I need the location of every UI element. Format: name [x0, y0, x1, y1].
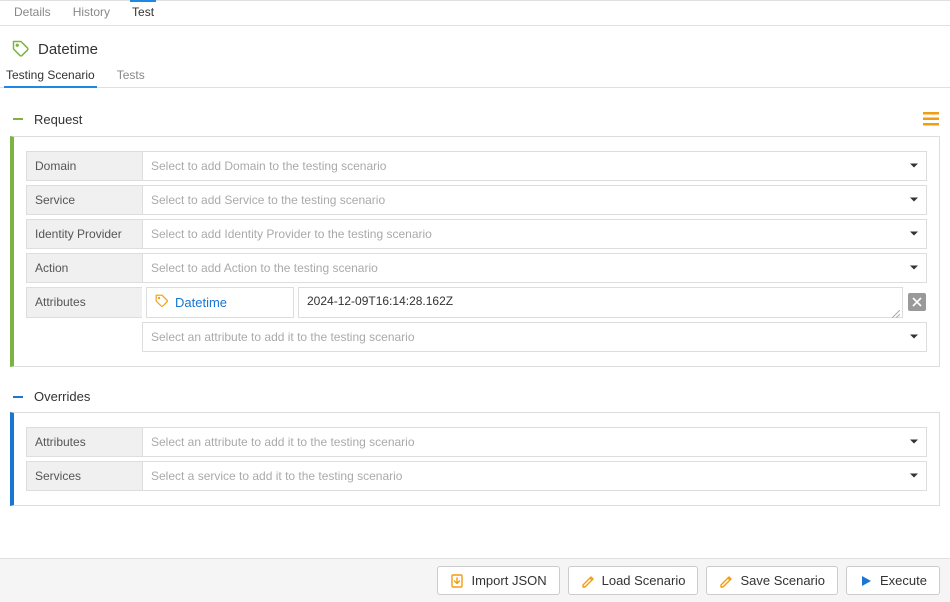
top-tabs: Details History Test: [0, 0, 950, 26]
bottom-bar: Import JSON Load Scenario Save Scenario …: [0, 558, 950, 602]
request-panel: Domain Select to add Domain to the testi…: [10, 136, 940, 367]
identity-provider-label: Identity Provider: [26, 219, 142, 249]
overrides-attributes-placeholder: Select an attribute to add it to the tes…: [143, 428, 926, 456]
save-scenario-label: Save Scenario: [740, 573, 825, 588]
edit-icon: [719, 574, 733, 588]
service-row: Service Select to add Service to the tes…: [26, 185, 927, 215]
play-icon: [859, 574, 873, 588]
chevron-down-icon: [910, 440, 918, 445]
overrides-services-select[interactable]: Select a service to add it to the testin…: [142, 461, 927, 491]
close-icon[interactable]: [908, 293, 926, 311]
action-row: Action Select to add Action to the testi…: [26, 253, 927, 283]
domain-row: Domain Select to add Domain to the testi…: [26, 151, 927, 181]
download-icon: [450, 574, 464, 588]
attributes-label: Attributes: [26, 287, 142, 318]
domain-placeholder: Select to add Domain to the testing scen…: [143, 152, 926, 180]
sub-tab-testing-scenario[interactable]: Testing Scenario: [4, 65, 97, 87]
sub-tab-tests[interactable]: Tests: [115, 65, 147, 87]
attributes-row: Attributes Datetime 2024-12-09T16:14:28.…: [26, 287, 927, 318]
attribute-remove: [907, 287, 927, 317]
attribute-chip-label: Datetime: [175, 295, 227, 310]
identity-provider-select[interactable]: Select to add Identity Provider to the t…: [142, 219, 927, 249]
attribute-add-placeholder: Select an attribute to add it to the tes…: [143, 323, 926, 351]
page-title-row: Datetime: [0, 26, 950, 66]
overrides-title: Overrides: [34, 389, 90, 404]
tag-icon: [155, 294, 169, 311]
action-label: Action: [26, 253, 142, 283]
collapse-icon[interactable]: [12, 113, 24, 125]
attribute-value-text: 2024-12-09T16:14:28.162Z: [307, 294, 453, 308]
overrides-attributes-label: Attributes: [26, 427, 142, 457]
load-scenario-button[interactable]: Load Scenario: [568, 566, 699, 595]
request-title: Request: [34, 112, 82, 127]
attribute-add-row: Select an attribute to add it to the tes…: [26, 322, 927, 352]
service-placeholder: Select to add Service to the testing sce…: [143, 186, 926, 214]
attribute-add-select[interactable]: Select an attribute to add it to the tes…: [142, 322, 927, 352]
execute-label: Execute: [880, 573, 927, 588]
chevron-down-icon: [910, 198, 918, 203]
request-header: Request: [10, 110, 940, 136]
action-placeholder: Select to add Action to the testing scen…: [143, 254, 926, 282]
save-scenario-button[interactable]: Save Scenario: [706, 566, 838, 595]
execute-button[interactable]: Execute: [846, 566, 940, 595]
identity-provider-row: Identity Provider Select to add Identity…: [26, 219, 927, 249]
chevron-down-icon: [910, 335, 918, 340]
domain-label: Domain: [26, 151, 142, 181]
service-label: Service: [26, 185, 142, 215]
import-json-label: Import JSON: [471, 573, 546, 588]
collapse-icon[interactable]: [12, 391, 24, 403]
hamburger-icon[interactable]: [922, 110, 940, 128]
domain-select[interactable]: Select to add Domain to the testing scen…: [142, 151, 927, 181]
attribute-chip-datetime[interactable]: Datetime: [146, 287, 294, 318]
tab-test[interactable]: Test: [130, 1, 156, 25]
load-scenario-label: Load Scenario: [602, 573, 686, 588]
chevron-down-icon: [910, 266, 918, 271]
overrides-header: Overrides: [10, 389, 940, 412]
overrides-services-placeholder: Select a service to add it to the testin…: [143, 462, 926, 490]
edit-icon: [581, 574, 595, 588]
tab-details[interactable]: Details: [12, 1, 53, 25]
sub-tabs: Testing Scenario Tests: [0, 66, 950, 88]
page-title: Datetime: [38, 41, 98, 58]
action-select[interactable]: Select to add Action to the testing scen…: [142, 253, 927, 283]
chevron-down-icon: [910, 474, 918, 479]
overrides-services-row: Services Select a service to add it to t…: [26, 461, 927, 491]
resize-handle-icon: [892, 307, 900, 315]
import-json-button[interactable]: Import JSON: [437, 566, 559, 595]
identity-provider-placeholder: Select to add Identity Provider to the t…: [143, 220, 926, 248]
attribute-value-input[interactable]: 2024-12-09T16:14:28.162Z: [298, 287, 903, 318]
chevron-down-icon: [910, 232, 918, 237]
overrides-panel: Attributes Select an attribute to add it…: [10, 412, 940, 506]
service-select[interactable]: Select to add Service to the testing sce…: [142, 185, 927, 215]
chevron-down-icon: [910, 164, 918, 169]
overrides-section: Overrides Attributes Select an attribute…: [10, 389, 940, 506]
tag-icon: [12, 40, 30, 58]
overrides-attributes-row: Attributes Select an attribute to add it…: [26, 427, 927, 457]
request-section: Request Domain Select to add Domain to t…: [10, 110, 940, 367]
overrides-attributes-select[interactable]: Select an attribute to add it to the tes…: [142, 427, 927, 457]
overrides-services-label: Services: [26, 461, 142, 491]
tab-history[interactable]: History: [71, 1, 112, 25]
